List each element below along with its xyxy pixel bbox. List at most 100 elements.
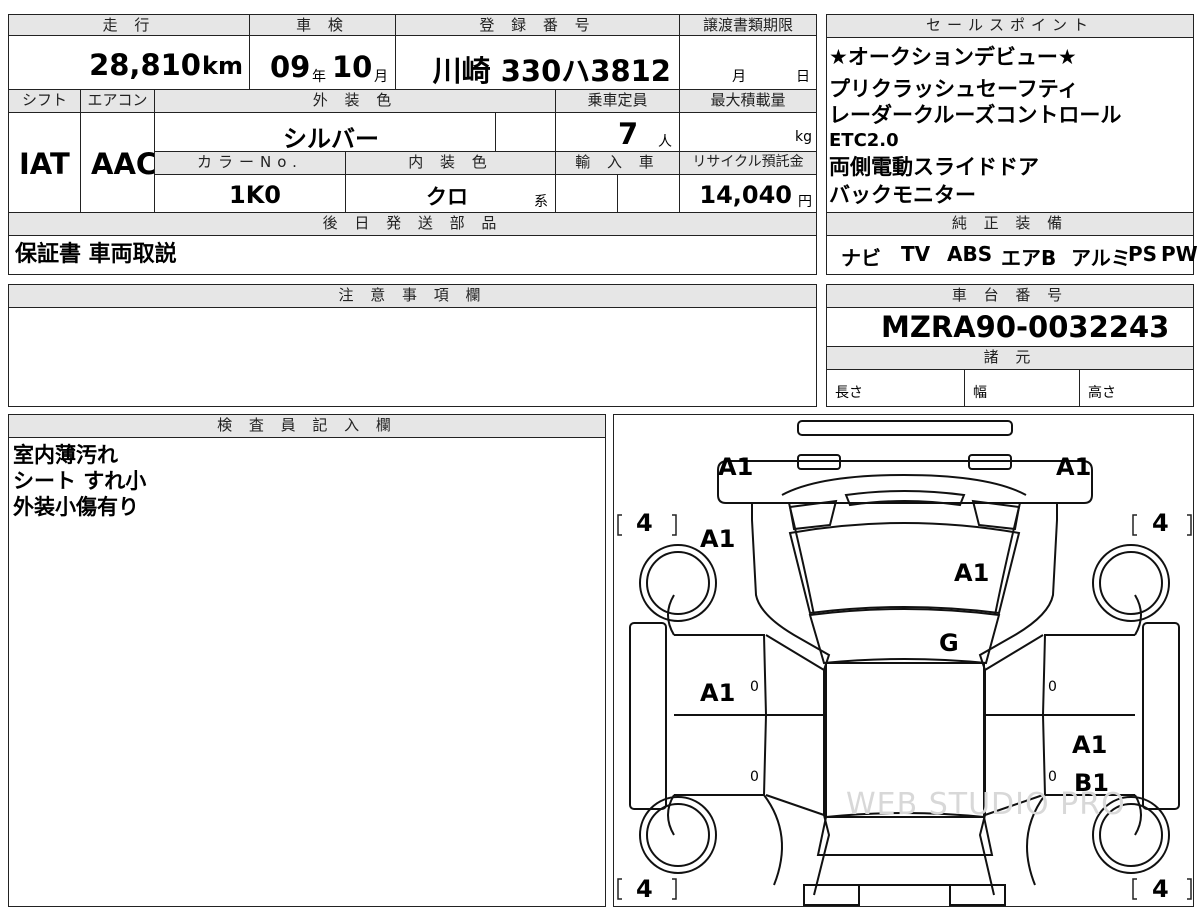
spec-width-label: 幅 xyxy=(973,385,987,401)
registration-value: 川崎 330ハ3812 xyxy=(432,54,671,88)
exterior-color-header: 外 装 色 xyxy=(154,89,556,113)
exterior-color-cell: シルバー xyxy=(154,112,496,153)
inspection-month-unit: 月 xyxy=(374,69,388,85)
mark-right-rear-door: A1 xyxy=(1072,731,1108,759)
import-header: 輸 入 車 xyxy=(555,151,680,175)
notes-body xyxy=(8,307,817,407)
mark-right-rear-door-2: B1 xyxy=(1074,769,1109,797)
equipment-nav: ナビ xyxy=(841,246,881,270)
equipment-header: 純 正 装 備 xyxy=(826,212,1194,236)
spec-width-cell: 幅 xyxy=(964,369,1080,407)
color-no-value: 1K0 xyxy=(229,181,281,209)
spec-height-cell: 高さ xyxy=(1079,369,1194,407)
chassis-cell: MZRA90-0032243 xyxy=(826,307,1194,347)
mileage-value: 28,810 xyxy=(89,48,201,82)
exterior-color-value: シルバー xyxy=(283,125,379,153)
interior-color-header: 内 装 色 xyxy=(345,151,556,175)
max-load-unit: kg xyxy=(795,129,812,145)
shift-header: シフト xyxy=(8,89,81,113)
later-parts-cell: 保証書 車両取説 xyxy=(8,235,817,275)
vehicle-diagram: WEB STUDIO PRO A1 A1 A1 A1 G A1 A1 B1 0 … xyxy=(613,414,1194,907)
mark-left-fender: A1 xyxy=(700,525,736,553)
inspection-year-unit: 年 xyxy=(312,69,326,85)
sales-points-header: セールスポイント xyxy=(826,14,1194,38)
mileage-header: 走 行 xyxy=(8,14,250,36)
inspection-cell: 09 年 10 月 xyxy=(249,35,396,90)
later-parts-header: 後 日 発 送 部 品 xyxy=(8,212,817,236)
vehicle-outline xyxy=(617,420,1192,906)
specs-header: 諸 元 xyxy=(826,346,1194,370)
equipment-ps: PS xyxy=(1128,242,1158,266)
inspection-year: 09 xyxy=(270,50,311,84)
equipment-abs: ABS xyxy=(947,242,993,266)
door-zero-lf: 0 xyxy=(750,679,759,695)
inspection-month: 10 xyxy=(332,50,373,84)
interior-color-cell: クロ 系 xyxy=(345,174,556,213)
transfer-day-unit: 日 xyxy=(796,69,810,85)
registration-cell: 川崎 330ハ3812 xyxy=(395,35,680,90)
tire-front-left: 4 xyxy=(636,509,653,537)
later-parts-value: 保証書 車両取説 xyxy=(15,242,177,267)
import-cell-b xyxy=(617,174,680,213)
spec-length-cell: 長さ xyxy=(826,369,965,407)
equipment-pw: PW xyxy=(1161,242,1198,266)
inspector-body: 室内薄汚れ シート すれ小 外装小傷有り xyxy=(8,437,606,907)
mileage-cell: 28,810 km xyxy=(8,35,250,90)
door-zero-rf: 0 xyxy=(1048,679,1057,695)
interior-color-unit: 系 xyxy=(534,194,548,210)
mark-left-door: A1 xyxy=(700,679,736,707)
sales-point-6: バックモニター xyxy=(829,183,976,207)
equipment-body: ナビ TV ABS エアB アルミ PS PW xyxy=(826,235,1198,275)
sales-point-2: プリクラッシュセーフティ xyxy=(829,77,1079,101)
equipment-alloy: アルミ xyxy=(1071,246,1131,270)
interior-color-value: クロ xyxy=(426,185,468,209)
transfer-deadline-header: 譲渡書類期限 xyxy=(679,14,817,36)
color-no-cell: 1K0 xyxy=(154,174,346,213)
equipment-airbag: エアB xyxy=(1001,246,1057,270)
mark-hood: A1 xyxy=(954,559,990,587)
notes-header: 注 意 事 項 欄 xyxy=(8,284,817,308)
aircon-header: エアコン xyxy=(80,89,155,113)
recycle-deposit-unit: 円 xyxy=(798,194,812,210)
spec-height-label: 高さ xyxy=(1088,385,1116,401)
aircon-cell: AAC xyxy=(80,112,157,213)
chassis-value: MZRA90-0032243 xyxy=(881,310,1170,344)
sales-points-body: ★オークションデビュー★ プリクラッシュセーフティ レーダークルーズコントロール… xyxy=(826,37,1194,213)
import-cell-a xyxy=(555,174,618,213)
shift-cell: IAT xyxy=(8,112,81,213)
transfer-deadline-cell: 月 日 xyxy=(679,35,817,90)
sales-point-4: ETC2.0 xyxy=(829,130,899,151)
sales-point-1: ★オークションデビュー★ xyxy=(829,45,1077,69)
mileage-unit: km xyxy=(202,52,243,80)
recycle-deposit-header: リサイクル預託金 xyxy=(679,151,817,175)
spec-length-label: 長さ xyxy=(835,385,863,401)
capacity-unit: 人 xyxy=(658,134,672,150)
inspection-header: 車 検 xyxy=(249,14,396,36)
mark-front-right: A1 xyxy=(1056,453,1092,481)
color-no-header: カラーNo. xyxy=(154,151,346,175)
door-zero-rr: 0 xyxy=(1048,769,1057,785)
inspector-line-2: シート すれ小 xyxy=(13,469,147,493)
max-load-header: 最大積載量 xyxy=(679,89,817,113)
sales-point-5: 両側電動スライドドア xyxy=(829,155,1039,179)
mark-windshield: G xyxy=(939,629,959,657)
capacity-header: 乗車定員 xyxy=(555,89,680,113)
mark-front-left: A1 xyxy=(718,453,754,481)
registration-header: 登 録 番 号 xyxy=(395,14,680,36)
tire-front-right: 4 xyxy=(1152,509,1169,537)
tire-rear-right: 4 xyxy=(1152,875,1169,903)
max-load-cell: kg xyxy=(679,112,817,152)
inspector-line-3: 外装小傷有り xyxy=(13,495,139,519)
capacity-cell: 7 人 xyxy=(555,112,680,152)
equipment-tv: TV xyxy=(901,242,931,266)
chassis-header: 車 台 番 号 xyxy=(826,284,1194,308)
inspector-header: 検 査 員 記 入 欄 xyxy=(8,414,606,438)
door-zero-lr: 0 xyxy=(750,769,759,785)
inspector-line-1: 室内薄汚れ xyxy=(13,443,118,467)
tire-rear-left: 4 xyxy=(636,875,653,903)
recycle-deposit-value: 14,040 xyxy=(699,181,792,209)
shift-value: IAT xyxy=(19,147,70,181)
recycle-deposit-cell: 14,040 円 xyxy=(679,174,817,213)
transfer-month-unit: 月 xyxy=(732,69,746,85)
sales-point-3: レーダークルーズコントロール xyxy=(829,103,1122,127)
